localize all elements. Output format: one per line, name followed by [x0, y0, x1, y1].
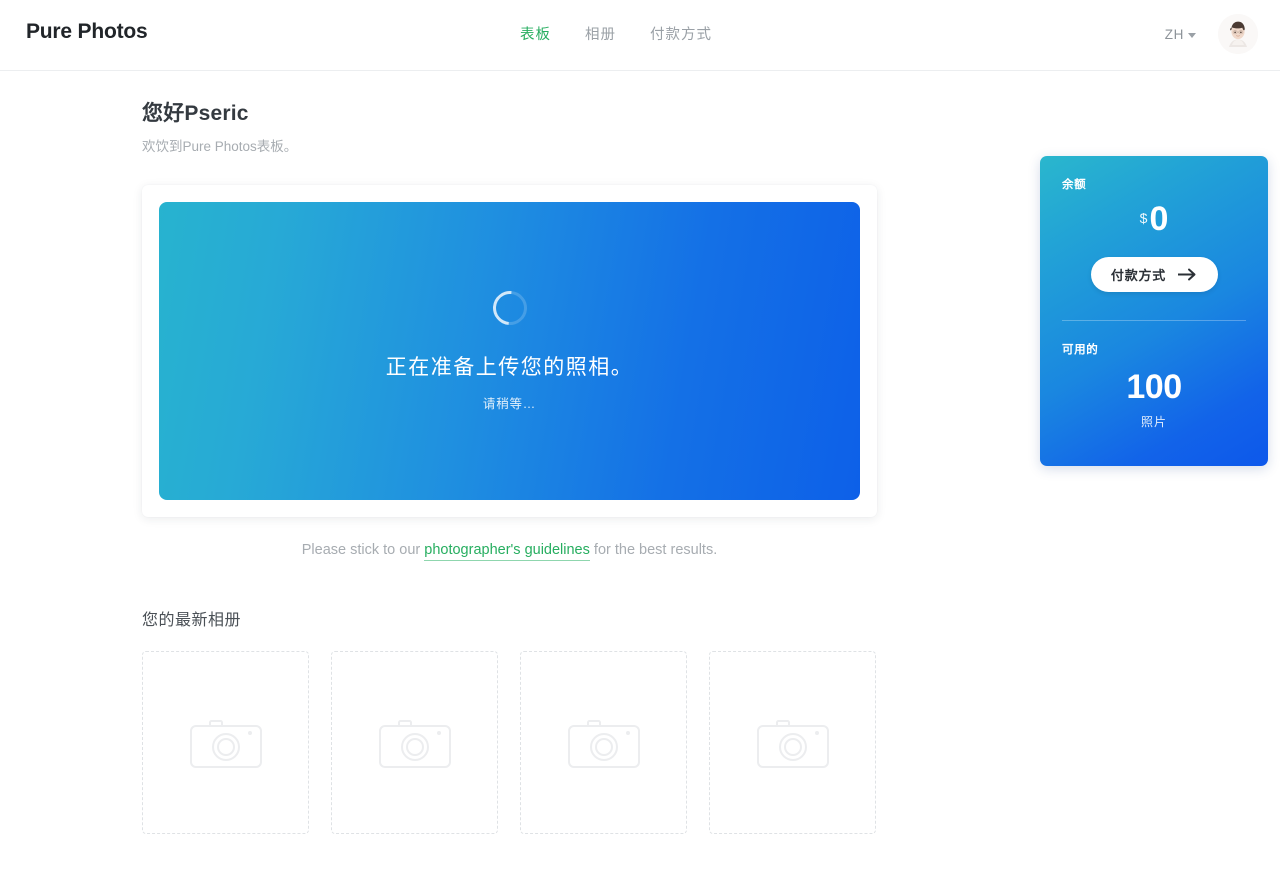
camera-icon — [189, 719, 262, 768]
albums-section-title: 您的最新相册 — [142, 612, 242, 629]
upload-status-title: 正在准备上传您的照相。 — [385, 355, 634, 379]
upload-card: 正在准备上传您的照相。 请稍等… — [142, 185, 877, 517]
page-subtitle: 欢饮到Pure Photos表板。 — [142, 139, 298, 154]
main-column: 您好Pseric 欢饮到Pure Photos表板。 正在准备上传您的照相。 请… — [142, 97, 877, 834]
album-placeholder-card[interactable] — [142, 651, 309, 834]
balance-label: 余额 — [1062, 179, 1087, 191]
guideline-text: Please stick to our photographer's guide… — [142, 542, 877, 561]
nav-item-dashboard[interactable]: 表板 — [520, 23, 551, 44]
language-label: ZH — [1164, 26, 1184, 42]
balance-card: 余额 $ 0 付款方式 可用的 100 照片 — [1040, 156, 1268, 466]
album-placeholder-card[interactable] — [331, 651, 498, 834]
header-right-group: ZH — [1165, 14, 1258, 54]
available-photos-unit: 照片 — [1140, 415, 1167, 429]
chevron-down-icon — [1188, 32, 1196, 38]
app-header: Pure Photos 表板 相册 付款方式 ZH — [0, 0, 1280, 71]
camera-icon — [378, 719, 451, 768]
payment-method-button-label: 付款方式 — [1110, 268, 1167, 283]
album-placeholder-card[interactable] — [520, 651, 687, 834]
album-placeholder-card[interactable] — [709, 651, 876, 834]
payment-method-button[interactable]: 付款方式 — [1090, 257, 1218, 292]
albums-grid — [142, 651, 877, 834]
page-body: 您好Pseric 欢饮到Pure Photos表板。 正在准备上传您的照相。 请… — [0, 71, 1280, 888]
card-divider — [1062, 320, 1246, 321]
arrow-right-icon — [1178, 268, 1196, 281]
available-photos-count: 100 — [1126, 368, 1182, 406]
currency-symbol: $ — [1139, 210, 1148, 226]
avatar[interactable] — [1218, 14, 1258, 54]
camera-icon — [756, 719, 829, 768]
upload-status-subtitle: 请稍等… — [482, 396, 537, 411]
nav-item-albums[interactable]: 相册 — [585, 23, 616, 44]
page-title: 您好Pseric — [142, 102, 249, 125]
nav-item-payment[interactable]: 付款方式 — [650, 23, 712, 44]
brand-logo[interactable]: Pure Photos — [26, 20, 148, 44]
upload-status-panel: 正在准备上传您的照相。 请稍等… — [159, 202, 860, 500]
available-label: 可用的 — [1062, 344, 1099, 356]
main-navigation: 表板 相册 付款方式 — [520, 23, 712, 44]
guideline-prefix: Please stick to our — [301, 542, 425, 558]
balance-amount: 0 — [1149, 200, 1169, 238]
photographer-guidelines-link[interactable]: photographer's guidelines — [424, 542, 590, 561]
balance-value-row: $ 0 — [1062, 202, 1246, 236]
loading-spinner-icon — [485, 283, 534, 332]
language-selector[interactable]: ZH — [1165, 27, 1196, 42]
avatar-illustration-icon — [1218, 14, 1258, 54]
guideline-suffix: for the best results. — [589, 542, 718, 558]
camera-icon — [567, 719, 640, 768]
